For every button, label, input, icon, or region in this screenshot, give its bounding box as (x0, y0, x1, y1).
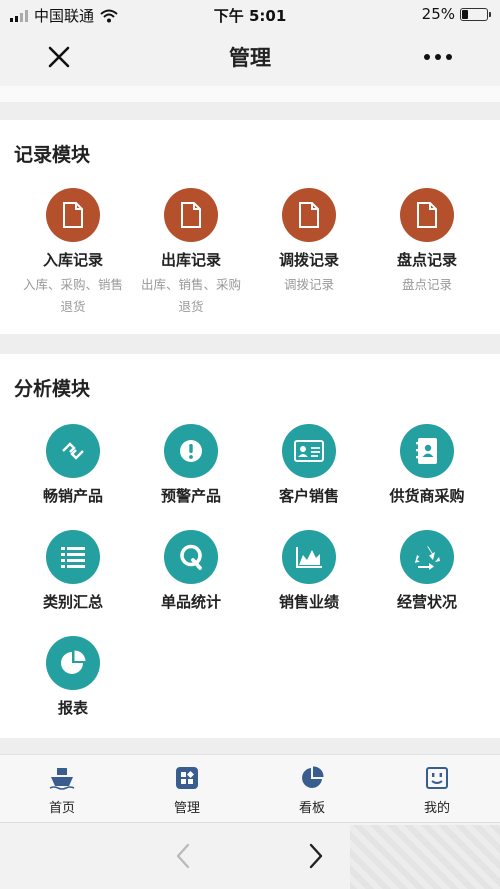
analysis-item-customer-sales[interactable]: 客户销售 (250, 424, 368, 506)
forward-arrow-icon[interactable] (303, 841, 329, 871)
pie-chart-icon (299, 765, 325, 791)
record-item-desc-line1: 入库、采购、销售 (22, 277, 123, 292)
tab-profile[interactable]: 我的 (387, 765, 487, 816)
analysis-item-supplier-purchase[interactable]: 供货商采购 (368, 424, 486, 506)
analysis-item-label: 畅销产品 (42, 487, 103, 505)
battery-icon (460, 7, 491, 21)
link-diamond-icon (46, 424, 100, 478)
document-icon (400, 188, 454, 242)
record-module-title: 记录模块 (14, 144, 91, 166)
document-icon (164, 188, 218, 242)
analysis-item-business-status[interactable]: 经营状况 (368, 530, 486, 612)
analysis-item-label: 类别汇总 (42, 593, 103, 611)
blurred-watermark (350, 825, 500, 889)
tab-label: 管理 (173, 801, 200, 816)
status-right: 25% (421, 5, 491, 23)
document-icon (46, 188, 100, 242)
alert-icon (164, 424, 218, 478)
tab-home[interactable]: 首页 (12, 765, 112, 816)
record-item-transfer[interactable]: 调拨记录 调拨记录 (250, 188, 368, 296)
analysis-item-label: 客户销售 (278, 487, 339, 505)
analysis-item-label: 报表 (57, 699, 88, 717)
analysis-item-warning[interactable]: 预警产品 (132, 424, 250, 506)
tab-board[interactable]: 看板 (262, 765, 362, 816)
record-item-inbound[interactable]: 入库记录 入库、采购、销售 退货 (14, 188, 132, 318)
id-card-icon (282, 424, 336, 478)
back-arrow-icon[interactable] (170, 841, 196, 871)
record-item-stocktake[interactable]: 盘点记录 盘点记录 (368, 188, 486, 296)
analysis-item-single-product[interactable]: 单品统计 (132, 530, 250, 612)
analysis-item-label: 销售业绩 (278, 593, 339, 611)
record-item-label: 调拨记录 (278, 251, 339, 269)
face-icon (424, 765, 450, 791)
record-item-desc-line1: 调拨记录 (283, 277, 334, 292)
ship-icon (49, 765, 75, 791)
area-chart-icon (282, 530, 336, 584)
battery-fill (462, 9, 468, 19)
analysis-item-label: 单品统计 (160, 593, 221, 611)
record-module-card: 记录模块 入库记录 入库、采购、销售 退货 出库记录 出库、销售、采购 退货 调… (0, 120, 500, 334)
pie-chart-icon (46, 636, 100, 690)
nav-bar: 管理 (0, 28, 500, 86)
record-item-outbound[interactable]: 出库记录 出库、销售、采购 退货 (132, 188, 250, 318)
record-item-label: 入库记录 (42, 251, 103, 269)
recycle-icon (400, 530, 454, 584)
tab-label: 我的 (423, 801, 450, 816)
record-item-desc-line1: 盘点记录 (401, 277, 452, 292)
analysis-item-category-summary[interactable]: 类别汇总 (14, 530, 132, 612)
analysis-module-title: 分析模块 (14, 378, 91, 400)
close-icon[interactable] (44, 42, 74, 72)
main-content: 记录模块 入库记录 入库、采购、销售 退货 出库记录 出库、销售、采购 退货 调… (0, 86, 500, 754)
analysis-item-reports[interactable]: 报表 (14, 636, 132, 718)
record-item-desc: 盘点记录 (368, 274, 486, 296)
more-icon[interactable] (424, 48, 456, 66)
contacts-book-icon (400, 424, 454, 478)
tab-label: 看板 (298, 801, 325, 816)
analysis-item-label: 预警产品 (160, 487, 221, 505)
record-item-desc: 入库、采购、销售 退货 (14, 274, 132, 318)
status-bar: 中国联通 下午 5:01 25% (0, 0, 500, 28)
tab-manage[interactable]: 管理 (137, 765, 237, 816)
record-item-desc-line2: 退货 (178, 299, 204, 314)
list-icon (46, 530, 100, 584)
analysis-item-best-sellers[interactable]: 畅销产品 (14, 424, 132, 506)
battery-percent: 25% (421, 5, 455, 23)
apps-icon (174, 765, 200, 791)
analysis-item-sales-performance[interactable]: 销售业绩 (250, 530, 368, 612)
tab-bar: 首页 管理 看板 我的 (0, 754, 500, 822)
analysis-item-label: 经营状况 (396, 593, 457, 611)
analysis-item-label: 供货商采购 (389, 487, 465, 505)
record-item-desc: 调拨记录 (250, 274, 368, 296)
tab-label: 首页 (48, 801, 75, 816)
top-divider (0, 86, 500, 102)
record-item-desc-line1: 出库、销售、采购 (140, 277, 241, 292)
record-item-label: 盘点记录 (396, 251, 457, 269)
analysis-module-card: 分析模块 畅销产品 预警产品 客户销售 供货商采购 类别汇总 单品统计 销售业绩… (0, 354, 500, 738)
q-letter-icon (164, 530, 218, 584)
record-item-desc-line2: 退货 (60, 299, 86, 314)
browser-nav-bar (0, 822, 500, 889)
document-icon (282, 188, 336, 242)
record-item-desc: 出库、销售、采购 退货 (132, 274, 250, 318)
record-item-label: 出库记录 (160, 251, 221, 269)
